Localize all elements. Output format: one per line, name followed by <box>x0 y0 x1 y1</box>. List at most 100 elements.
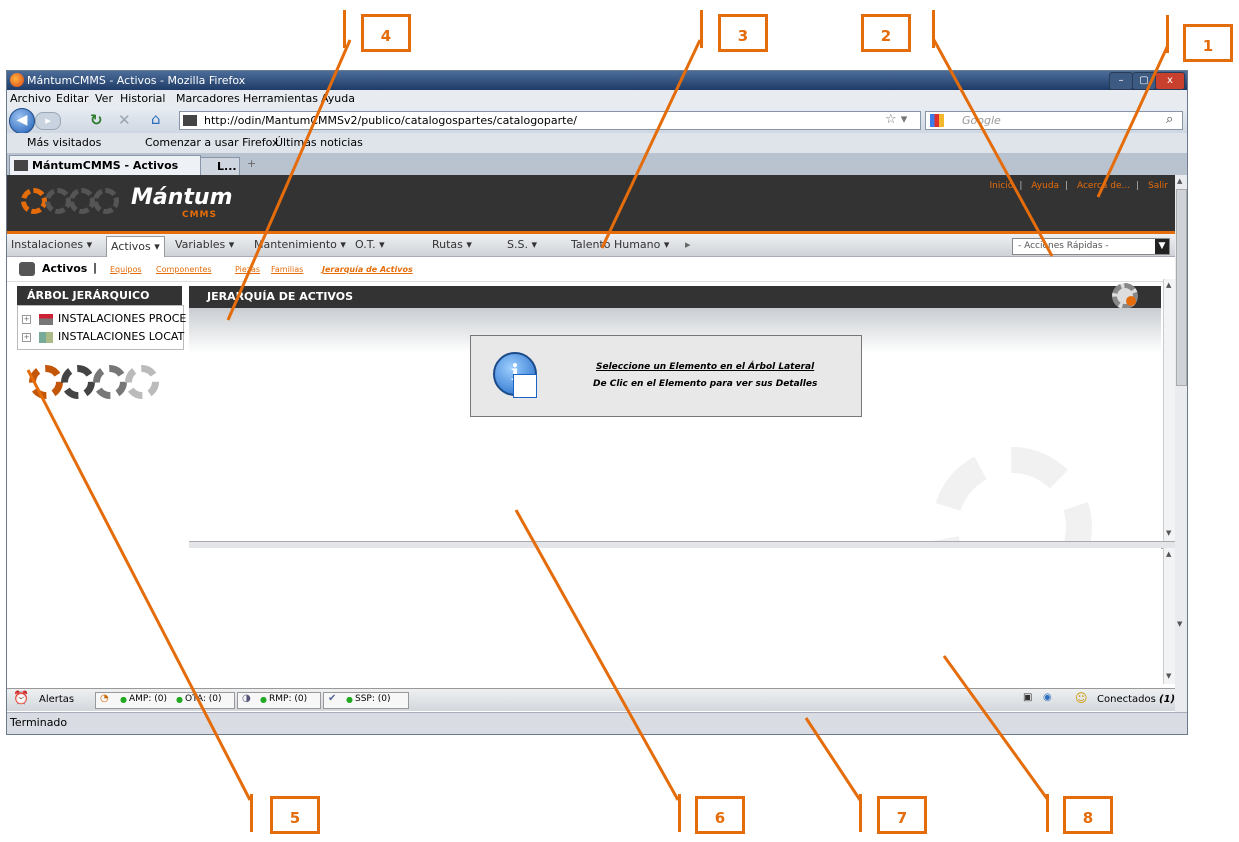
menu-ayuda[interactable]: Ayuda <box>321 92 355 105</box>
page-viewport: Mántum CMMS Inicio | Ayuda | Acerca de... |… <box>7 175 1187 712</box>
sublink-jerarquia[interactable]: Jerarquía de Activos <box>322 265 413 274</box>
callout-7: 7 <box>877 796 927 834</box>
browser-status-bar: Terminado <box>7 712 1187 733</box>
tab-mantum-activos[interactable]: MántumCMMS - Activos <box>9 155 201 176</box>
stop-button[interactable]: ✕ <box>118 111 131 129</box>
quick-actions-select[interactable]: - Acciones Rápidas - ▼ <box>1012 238 1170 255</box>
amp-ota-counters[interactable]: ◔ ● AMP: (0) ● OTA: (0) <box>95 692 235 709</box>
title-bar: MántumCMMS - Activos - Mozilla Firefox –… <box>7 71 1187 90</box>
app-header: Mántum CMMS Inicio | Ayuda | Acerca de... |… <box>7 175 1175 234</box>
bookmark-star-icon[interactable]: ☆ ▾ <box>885 112 907 127</box>
tree-item-label: INSTALACIONES PROCE <box>58 312 187 325</box>
menu-variables[interactable]: Variables ▾ <box>175 234 234 256</box>
menu-marcadores[interactable]: Marcadores <box>176 92 240 105</box>
info-message-line2: De Clic en el Elemento para ver sus Deta… <box>593 379 818 389</box>
main-panel-title: JERARQUÍA DE ACTIVOS <box>189 286 1161 308</box>
menu-activos[interactable]: Activos ▾ <box>106 236 165 257</box>
tree-item[interactable]: + INSTALACIONES LOCAT <box>22 330 184 343</box>
menu-historial[interactable]: Historial <box>120 92 165 105</box>
menu-ot[interactable]: O.T. ▾ <box>355 234 385 256</box>
menu-instalaciones[interactable]: Instalaciones ▾ <box>11 234 92 256</box>
minimize-button[interactable]: – <box>1109 72 1133 90</box>
link-salir[interactable]: Salir <box>1148 181 1168 191</box>
search-icon[interactable]: ⌕ <box>1166 112 1173 127</box>
expand-icon[interactable]: + <box>22 332 31 342</box>
callout-5: 5 <box>270 796 320 834</box>
url-text: http://odin/MantumCMMSv2/publico/catalog… <box>204 114 577 127</box>
document-icon <box>513 374 537 398</box>
sublink-equipos[interactable]: Equipos <box>110 265 142 274</box>
browser-window: MántumCMMS - Activos - Mozilla Firefox –… <box>6 70 1188 735</box>
calendar-icon[interactable]: ▣ <box>1023 692 1032 703</box>
new-tab-icon[interactable]: + <box>247 157 256 170</box>
reload-button[interactable]: ↻ <box>90 111 103 129</box>
expand-icon[interactable]: + <box>22 314 31 324</box>
bookmark-mas-visitados[interactable]: Más visitados <box>27 136 101 149</box>
connected-count: (1) <box>1159 694 1176 705</box>
forward-button[interactable]: ▸ <box>35 112 61 130</box>
sublink-familias[interactable]: Familias <box>271 265 303 274</box>
route-icon: ◑ <box>242 693 251 704</box>
tab-favicon-icon <box>14 160 28 171</box>
globe-icon[interactable]: ◉ <box>1043 692 1052 703</box>
request-icon: ✔ <box>328 693 337 704</box>
home-button[interactable]: ⌂ <box>151 110 161 128</box>
callout-2: 2 <box>861 14 911 52</box>
chevron-down-icon[interactable]: ▼ <box>1155 239 1169 254</box>
ssp-counter-box[interactable]: ✔ ● SSP: (0) <box>323 692 409 709</box>
firefox-icon <box>10 73 24 87</box>
menu-herramientas[interactable]: Herramientas <box>243 92 318 105</box>
callout-bar <box>1046 794 1049 832</box>
menu-talento-humano[interactable]: Talento Humano ▾ <box>571 234 669 256</box>
users-icon: ☺ <box>1075 691 1088 705</box>
callout-bar <box>1166 15 1169 53</box>
link-inicio[interactable]: Inicio <box>990 181 1014 191</box>
bookmarks-toolbar: Más visitados Comenzar a usar Firefox Úl… <box>7 133 1187 153</box>
search-placeholder: Google <box>962 114 1001 127</box>
back-button[interactable]: ◀ <box>9 108 35 134</box>
rmp-counter-box[interactable]: ◑ ● RMP: (0) <box>237 692 321 709</box>
url-bar[interactable]: http://odin/MantumCMMSv2/publico/catalog… <box>179 111 921 130</box>
tree-item[interactable]: + INSTALACIONES PROCE <box>22 312 186 325</box>
bookmark-comenzar-firefox[interactable]: Comenzar a usar Firefox <box>145 136 279 149</box>
app-status-bar: ⏰ Alertas ◔ ● AMP: (0) ● OTA: (0) ◑ ● RM… <box>7 688 1187 711</box>
browser-scrollbar[interactable]: ▲ ▼ <box>1175 175 1187 712</box>
tab-secondary[interactable]: L... <box>200 157 240 176</box>
menu-ss[interactable]: S.S. ▾ <box>507 234 537 256</box>
menu-more-icon[interactable]: ▸ <box>685 234 691 256</box>
settings-gear-icon[interactable] <box>1112 283 1138 309</box>
status-text: Terminado <box>10 716 68 729</box>
callout-6: 6 <box>695 796 745 834</box>
rmp-counter: RMP: (0) <box>269 694 308 704</box>
ssp-counter: SSP: (0) <box>355 694 391 704</box>
link-acerca-de[interactable]: Acerca de... <box>1077 181 1130 191</box>
tab-bar: MántumCMMS - Activos L... + <box>7 153 1187 176</box>
menu-editar[interactable]: Editar <box>56 92 89 105</box>
callout-3: 3 <box>718 14 768 52</box>
menu-mantenimiento[interactable]: Mantenimiento ▾ <box>254 234 346 256</box>
plant-icon <box>39 313 53 325</box>
tree-item-label: INSTALACIONES LOCAT <box>58 330 185 343</box>
menu-ver[interactable]: Ver <box>95 92 113 105</box>
menu-rutas[interactable]: Rutas ▾ <box>432 234 472 256</box>
scroll-thumb[interactable] <box>1176 189 1187 386</box>
maximize-button[interactable]: ▢ <box>1132 72 1156 90</box>
callout-8: 8 <box>1063 796 1113 834</box>
close-button[interactable]: x <box>1155 72 1185 90</box>
maintenance-icon: ◔ <box>100 693 109 704</box>
sublink-piezas[interactable]: Piezas <box>235 265 260 274</box>
alerts-label[interactable]: Alertas <box>39 694 74 705</box>
callout-bar <box>343 10 346 48</box>
sublink-componentes[interactable]: Componentes <box>156 265 212 274</box>
tree-panel-title: ÁRBOL JERÁRQUICO <box>17 286 182 305</box>
building-icon <box>39 331 53 343</box>
app-logo-subtitle: CMMS <box>182 210 217 220</box>
bookmark-ultimas-noticias[interactable]: Últimas noticias <box>275 136 363 149</box>
site-favicon-icon <box>183 115 197 126</box>
amp-counter: AMP: (0) <box>129 694 167 704</box>
info-message-box: i Seleccione un Elemento en el Árbol Lat… <box>470 335 862 417</box>
search-box[interactable]: Google ⌕ <box>925 111 1183 130</box>
menu-archivo[interactable]: Archivo <box>10 92 51 105</box>
link-ayuda[interactable]: Ayuda <box>1031 181 1059 191</box>
search-engine-icon[interactable] <box>930 114 944 127</box>
